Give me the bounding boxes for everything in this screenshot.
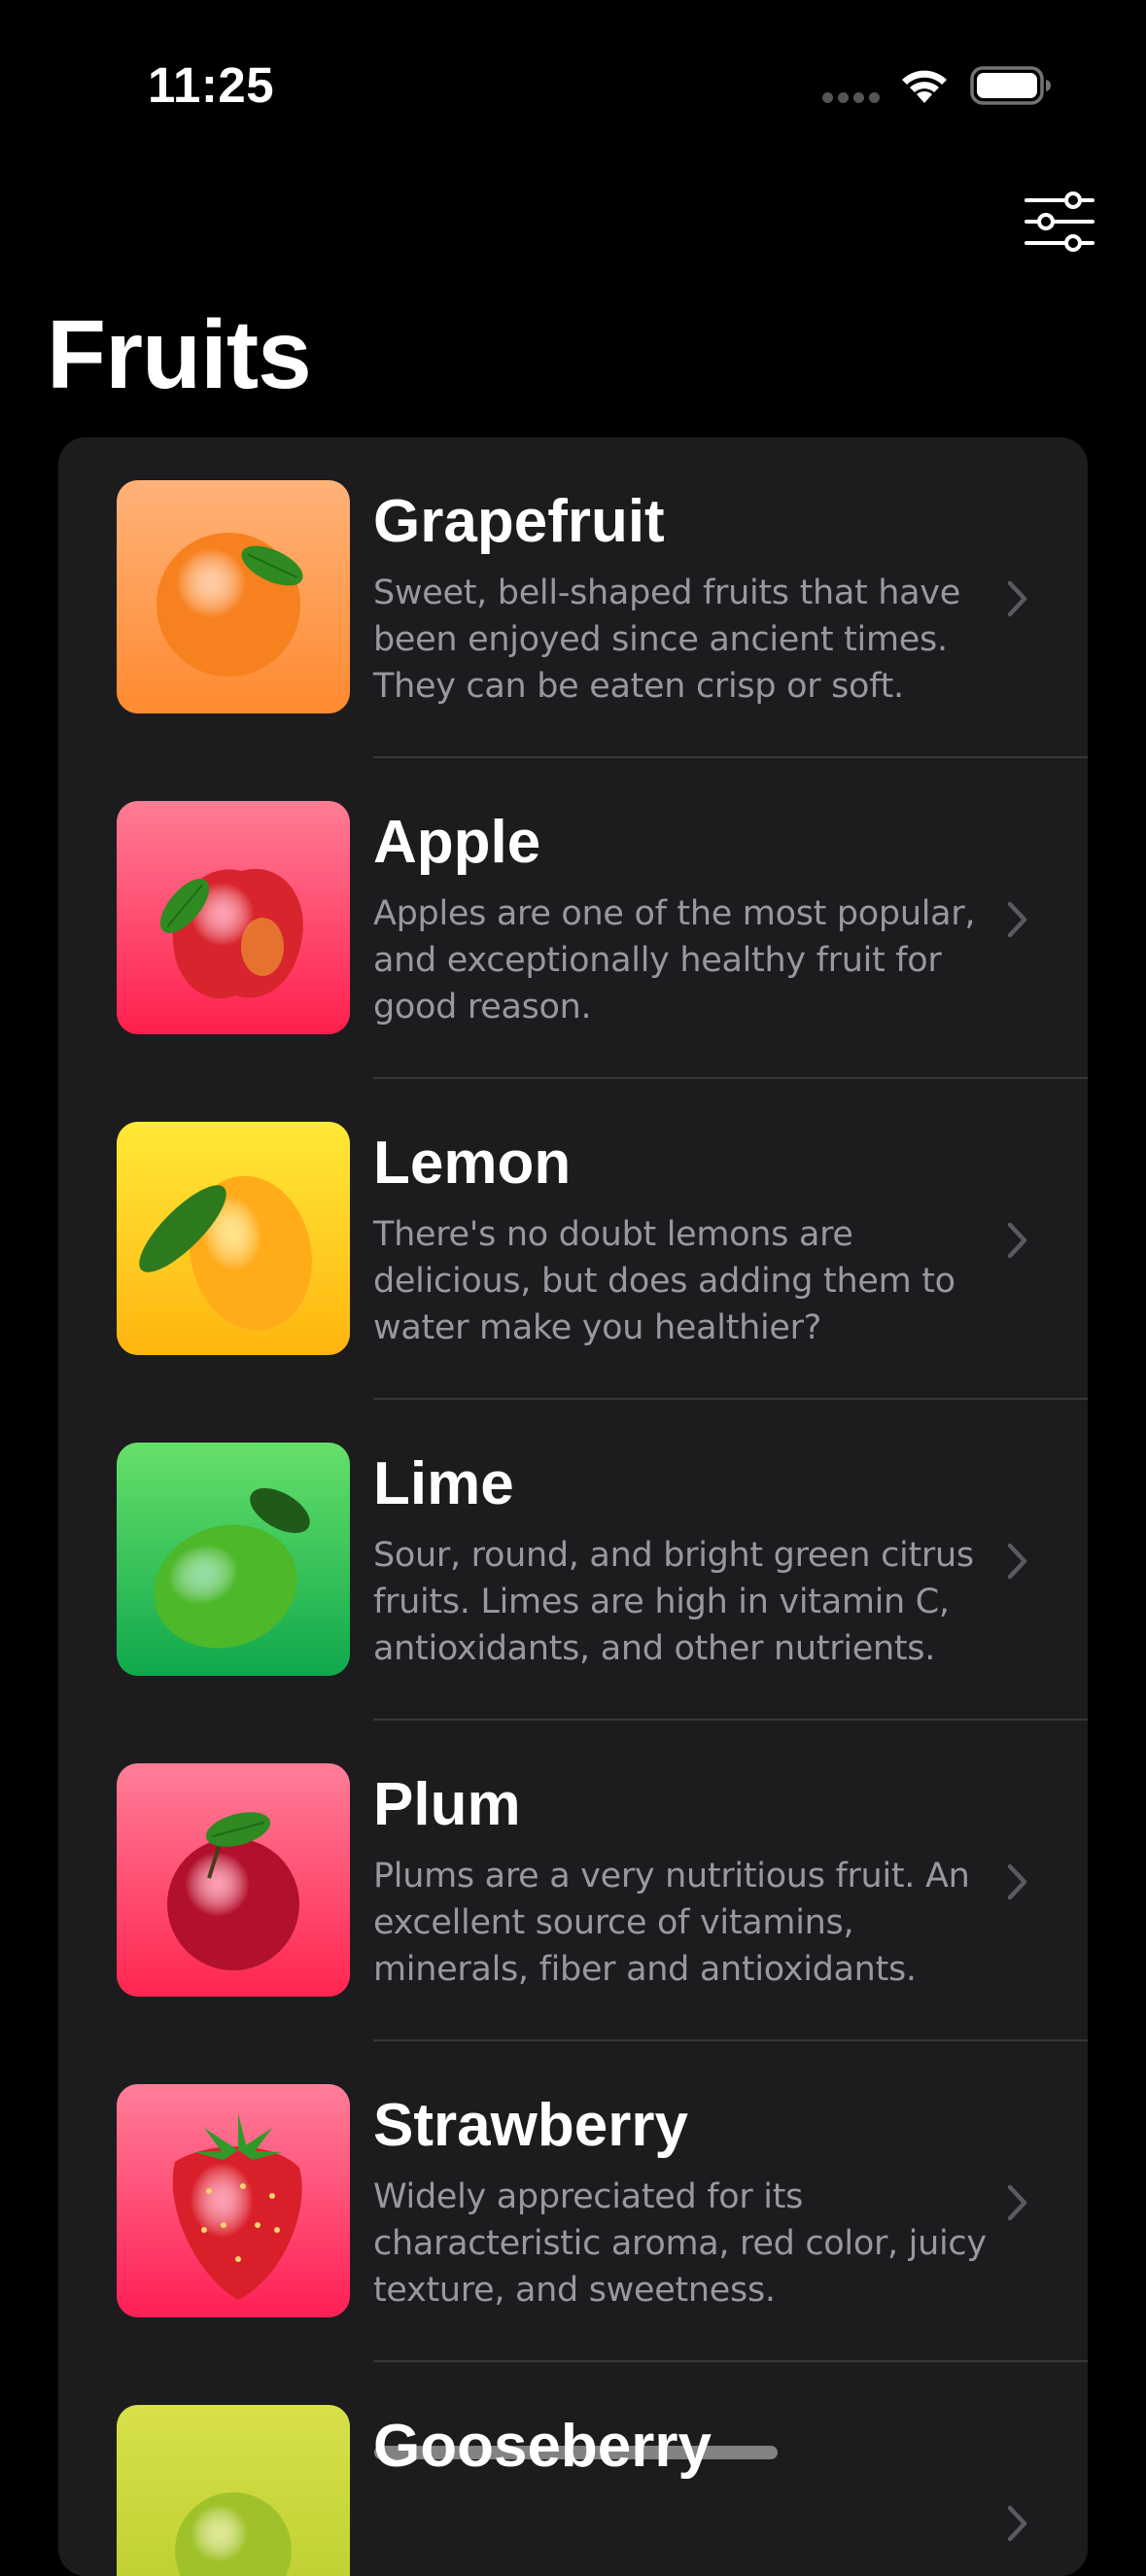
fruit-description: Sour, round, and bright green citrus fru… [373,1536,974,1668]
fruit-description: Plums are a very nutritious fruit. An ex… [373,1857,970,1989]
battery-icon [970,66,1051,105]
fruit-thumbnail [117,1763,350,1997]
plum-image [117,1763,350,1997]
fruit-thumbnail [117,2084,350,2317]
wifi-icon [902,70,947,103]
fruit-name: Apple [373,809,541,876]
chevron-right-icon [1007,2505,1027,2542]
chevron-right-icon [1007,1543,1027,1580]
chevron-right-icon [1007,1863,1027,1900]
apple-image [117,801,350,1034]
fruit-name: Grapefruit [373,488,665,555]
fruit-name: Lemon [373,1130,572,1197]
fruit-row-lemon[interactable]: Lemon There's no doubt lemons are delicio… [58,1079,1088,1400]
fruit-name: Lime [373,1450,514,1517]
fruit-row-grapefruit[interactable]: Grapefruit Sweet, bell-shaped fruits that… [58,437,1088,758]
chevron-right-icon [1007,2184,1027,2221]
grapefruit-image [117,480,350,714]
home-indicator[interactable] [374,2446,778,2459]
status-bar: 11:25 [0,0,1146,146]
gooseberry-image [117,2405,350,2576]
cellular-signal-icon [822,92,881,104]
fruit-list: Grapefruit Sweet, bell-shaped fruits that… [58,437,1088,2576]
fruit-description: Sweet, bell-shaped fruits that have been… [373,574,960,706]
fruit-row-lime[interactable]: Lime Sour, round, and bright green citrus… [58,1400,1088,1721]
fruit-row-apple[interactable]: Apple Apples are one of the most popular,… [58,758,1088,1079]
fruit-thumbnail [117,2405,350,2576]
page-title: Fruits [47,300,312,409]
filter-sliders-icon[interactable] [1021,191,1098,253]
fruit-description: Apples are one of the most popular, and … [373,894,976,1027]
chevron-right-icon [1007,580,1027,617]
fruit-row-strawberry[interactable]: Strawberry Widely appreciated for its cha… [58,2041,1088,2362]
fruit-row-plum[interactable]: Plum Plums are a very nutritious fruit. A… [58,1721,1088,2041]
fruit-thumbnail [117,1443,350,1676]
fruit-row-gooseberry[interactable]: Gooseberry [58,2362,1088,2576]
chevron-right-icon [1007,1222,1027,1259]
lemon-image [117,1122,350,1355]
fruit-description: Widely appreciated for its characteristi… [373,2177,987,2310]
fruit-thumbnail [117,480,350,714]
status-time: 11:25 [148,57,275,113]
fruit-thumbnail [117,801,350,1034]
fruit-name: Plum [373,1771,521,1838]
fruit-name: Strawberry [373,2092,688,2159]
fruit-thumbnail [117,1122,350,1355]
fruit-description: There's no doubt lemons are delicious, b… [373,1215,955,1347]
lime-image [117,1443,350,1676]
chevron-right-icon [1007,901,1027,938]
strawberry-image [117,2084,350,2317]
